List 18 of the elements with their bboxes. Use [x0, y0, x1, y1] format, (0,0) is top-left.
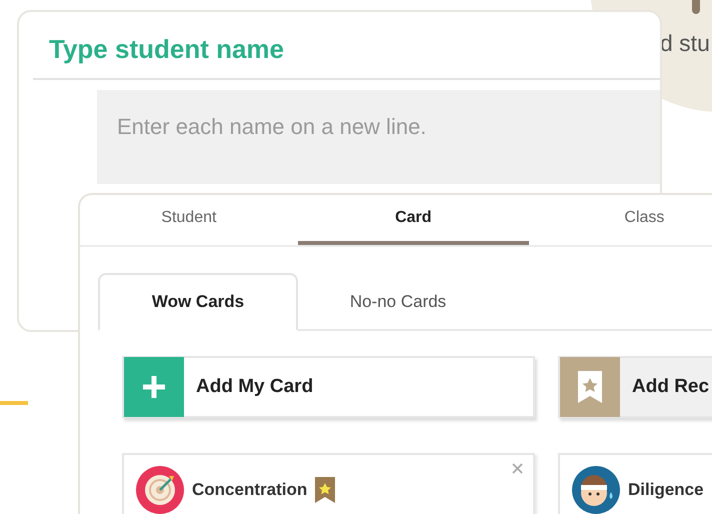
- add-recommended-button[interactable]: Add Rec: [558, 356, 712, 418]
- tab[interactable]: Student: [80, 195, 298, 245]
- subtab[interactable]: Wow Cards: [98, 273, 298, 331]
- tab[interactable]: Card: [298, 195, 529, 245]
- tab[interactable]: Class: [528, 195, 712, 245]
- card-label: Diligence: [628, 480, 704, 500]
- target-icon: [136, 466, 184, 514]
- subtab[interactable]: No-no Cards: [298, 273, 498, 331]
- add-card-button[interactable]: Add My Card: [122, 356, 535, 418]
- card-item[interactable]: Diligence: [558, 453, 712, 514]
- bar-icon: [692, 0, 700, 14]
- close-button[interactable]: [512, 463, 523, 474]
- plus-icon: [141, 374, 167, 400]
- card-label: Concentration: [192, 480, 308, 500]
- card-item[interactable]: Concentration: [122, 453, 535, 514]
- dialog-title: Type student name: [48, 33, 286, 64]
- bookmark-star-icon: [577, 370, 603, 404]
- names-field[interactable]: Enter each name on a new line.: [97, 90, 660, 184]
